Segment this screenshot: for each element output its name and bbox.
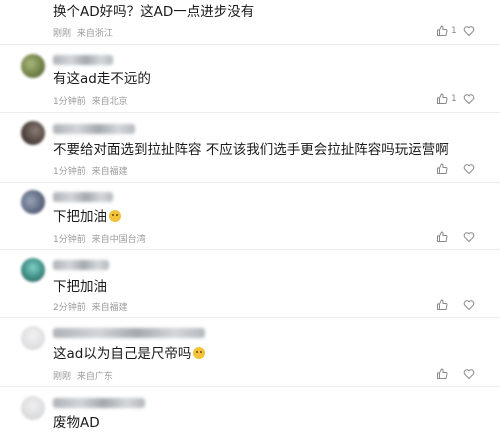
comment-text: 换个AD好吗？这AD一点进步没有 [53, 4, 255, 20]
comment-text: 下把加油 [53, 279, 107, 295]
comment-meta: 1分钟前 来自中国台湾 [53, 232, 146, 245]
comment-time: 刚刚 [53, 372, 72, 382]
smiley-emoji [109, 210, 121, 222]
thumbs-up-icon [436, 299, 448, 311]
comment-location: 来自北京 [91, 97, 128, 107]
thumbs-up-icon [436, 93, 448, 105]
grin-emoji [193, 347, 206, 359]
avatar[interactable] [21, 121, 45, 145]
heart-icon [463, 368, 475, 380]
comment-time: 刚刚 [53, 29, 72, 39]
username-blurred[interactable] [53, 398, 145, 408]
comment-meta: 1分钟前 来自北京 [53, 94, 128, 107]
like-button[interactable] [436, 162, 451, 176]
comment-text: 废物AD [53, 415, 100, 431]
comment-meta: 1分钟前 来自福建 [53, 164, 128, 177]
comment-location: 来自中国台湾 [91, 235, 146, 245]
avatar[interactable] [21, 258, 45, 282]
comment-location: 来自福建 [91, 303, 128, 313]
like-button[interactable]: 1 [436, 24, 457, 38]
divider [0, 249, 500, 250]
thumbs-up-icon [436, 368, 448, 380]
comment-text: 这ad以为自己是尺帝吗 [53, 345, 206, 363]
comment-location: 来自福建 [91, 167, 128, 177]
divider [0, 317, 500, 318]
divider [0, 182, 500, 183]
comment-text: 有这ad走不远的 [53, 71, 151, 87]
avatar[interactable] [21, 190, 45, 214]
divider [0, 386, 500, 387]
username-blurred[interactable] [53, 328, 205, 338]
divider [0, 112, 500, 113]
username-blurred[interactable] [53, 260, 109, 270]
favorite-button[interactable] [463, 298, 475, 312]
favorite-button[interactable] [463, 162, 475, 176]
like-count: 1 [451, 26, 457, 36]
divider [0, 44, 500, 45]
thumbs-up-icon [436, 163, 448, 175]
avatar[interactable] [21, 54, 45, 78]
like-button[interactable]: 1 [436, 92, 457, 106]
comment-time: 1分钟前 [53, 167, 86, 177]
favorite-button[interactable] [463, 230, 475, 244]
username-blurred[interactable] [53, 124, 135, 134]
username-blurred[interactable] [53, 192, 113, 202]
comment-text: 不要给对面选到拉扯阵容 不应该我们选手更会拉扯阵容吗玩运营啊 [53, 142, 449, 158]
like-button[interactable] [436, 298, 451, 312]
favorite-button[interactable] [463, 24, 475, 38]
comment-location: 来自广东 [76, 372, 113, 382]
heart-icon [463, 25, 475, 37]
comment-list: 换个AD好吗？这AD一点进步没有 刚刚 来自浙江 1 有这ad走不远的 1分钟前… [0, 0, 500, 440]
avatar[interactable] [21, 326, 45, 350]
like-button[interactable] [436, 367, 451, 381]
heart-icon [463, 163, 475, 175]
comment-time: 1分钟前 [53, 235, 86, 245]
comment-meta: 刚刚 来自浙江 [53, 26, 113, 39]
comment-text: 下把加油 [53, 208, 121, 226]
username-blurred[interactable] [53, 55, 113, 65]
thumbs-up-icon [436, 25, 448, 37]
favorite-button[interactable] [463, 92, 475, 106]
avatar[interactable] [21, 396, 45, 420]
heart-icon [463, 231, 475, 243]
comment-meta: 2分钟前 来自福建 [53, 300, 128, 313]
heart-icon [463, 299, 475, 311]
heart-icon [463, 93, 475, 105]
comment-time: 1分钟前 [53, 97, 86, 107]
like-count: 1 [451, 94, 457, 104]
thumbs-up-icon [436, 231, 448, 243]
comment-meta: 刚刚 来自广东 [53, 369, 113, 382]
comment-time: 2分钟前 [53, 303, 86, 313]
favorite-button[interactable] [463, 367, 475, 381]
like-button[interactable] [436, 230, 451, 244]
comment-location: 来自浙江 [76, 29, 113, 39]
